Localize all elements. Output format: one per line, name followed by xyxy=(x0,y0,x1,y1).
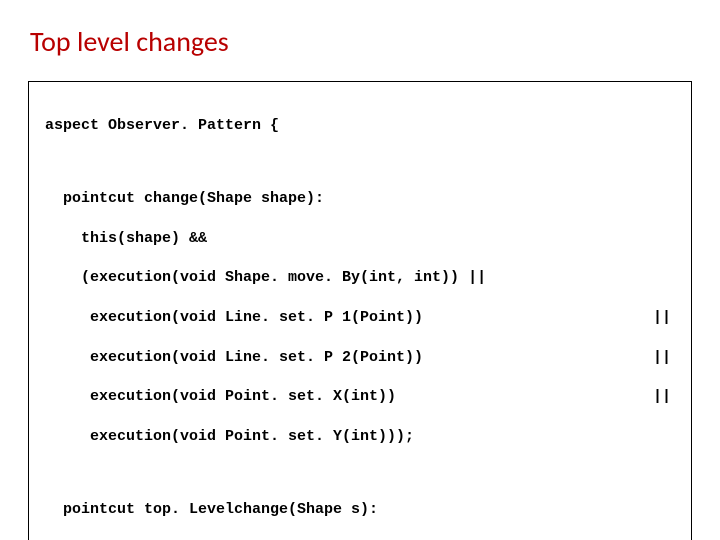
code-text: Observer. Pattern { xyxy=(99,117,279,134)
code-text: || xyxy=(423,308,675,328)
code-line: aspect Observer. Pattern { xyxy=(45,116,675,136)
code-text: execution(void Point. set. X(int)) xyxy=(90,387,396,407)
code-line: pointcut change(Shape shape): xyxy=(45,189,675,209)
code-text: execution(void Point. set. Y(int))); xyxy=(90,428,414,445)
code-text: execution(void Line. set. P 1(Point)) xyxy=(90,308,423,328)
code-line: execution(void Point. set. Y(int))); xyxy=(45,427,675,447)
code-line: this(shape) && xyxy=(45,229,675,249)
blank-line xyxy=(45,466,675,480)
code-line: pointcut top. Levelchange(Shape s): xyxy=(45,500,675,520)
code-text: execution(void Line. set. P 2(Point)) xyxy=(90,348,423,368)
keyword-aspect: aspect xyxy=(45,117,99,134)
code-text: change(Shape shape): xyxy=(135,190,324,207)
slide-title: Top level changes xyxy=(30,24,692,59)
keyword-pointcut: pointcut xyxy=(63,190,135,207)
code-text: (execution(void Shape. move. By(int, int… xyxy=(81,269,486,286)
code-line: execution(void Line. set. P 1(Point))|| xyxy=(45,308,675,328)
code-box: aspect Observer. Pattern { pointcut chan… xyxy=(28,81,692,540)
blank-line xyxy=(45,155,675,169)
code-line: execution(void Point. set. X(int))|| xyxy=(45,387,675,407)
keyword-pointcut: pointcut xyxy=(63,501,135,518)
code-text: || xyxy=(423,348,675,368)
code-text: || xyxy=(396,387,675,407)
slide: Top level changes aspect Observer. Patte… xyxy=(0,0,720,540)
code-line: (execution(void Shape. move. By(int, int… xyxy=(45,268,675,288)
code-text: top. Levelchange(Shape s): xyxy=(135,501,378,518)
code-line: execution(void Line. set. P 2(Point))|| xyxy=(45,348,675,368)
code-text: this(shape) && xyxy=(81,230,207,247)
